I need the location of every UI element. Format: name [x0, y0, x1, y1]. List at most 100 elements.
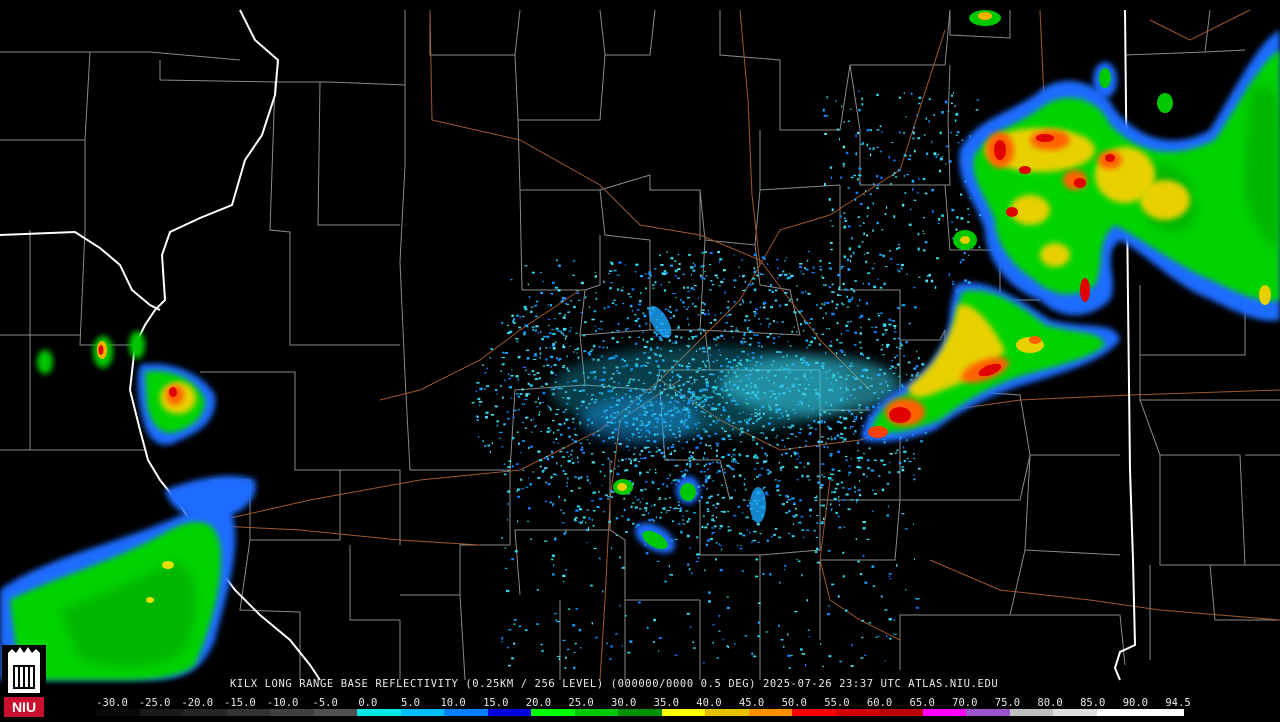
radar-return: [786, 437, 790, 440]
radar-return: [815, 536, 818, 538]
radar-return: [546, 430, 550, 433]
radar-return: [688, 337, 690, 341]
radar-return: [850, 255, 852, 258]
radar-return: [686, 521, 689, 523]
radar-return: [687, 563, 690, 566]
radar-return: [629, 296, 632, 298]
radar-return: [882, 254, 885, 258]
radar-return: [673, 507, 678, 509]
radar-return: [823, 476, 826, 478]
radar-return: [850, 425, 854, 428]
radar-return: [706, 457, 709, 460]
radar-return: [527, 382, 530, 385]
radar-return: [748, 343, 752, 346]
radar-return: [578, 508, 582, 511]
radar-return: [894, 452, 898, 454]
radar-return: [615, 633, 618, 635]
radar-return: [796, 298, 799, 301]
radar-return: [866, 357, 870, 360]
radar-return: [913, 367, 917, 370]
radar-return: [955, 112, 959, 116]
radar-return: [547, 405, 550, 407]
radar-return: [502, 351, 505, 354]
radar-return: [842, 551, 845, 554]
radar-return: [825, 507, 827, 510]
radar-return: [652, 482, 654, 484]
radar-return: [826, 328, 828, 330]
radar-return: [687, 306, 690, 308]
radar-return: [562, 574, 566, 577]
radar-return: [720, 465, 722, 468]
radar-return: [797, 310, 800, 312]
radar-return: [689, 459, 691, 462]
radar-return: [516, 314, 519, 317]
radar-return: [951, 102, 953, 104]
radar-return: [704, 480, 708, 483]
radar-return: [792, 497, 795, 500]
radar-return: [674, 340, 677, 342]
radar-return: [545, 358, 548, 361]
radar-return: [964, 279, 967, 282]
colorbar-segment: [96, 709, 140, 716]
radar-return: [851, 644, 853, 647]
radar-return: [551, 293, 553, 296]
radar-return: [862, 554, 865, 557]
radar-return: [955, 134, 958, 136]
radar-return: [607, 457, 610, 460]
radar-return: [560, 464, 562, 467]
radar-return: [527, 446, 530, 449]
radar-return: [591, 622, 593, 625]
radar-return: [839, 342, 843, 344]
radar-return: [733, 300, 736, 304]
radar-return: [695, 560, 699, 563]
radar-return: [507, 324, 509, 327]
radar-return: [847, 321, 850, 323]
radar-return: [511, 558, 515, 561]
radar-return: [490, 348, 493, 350]
radar-return: [485, 385, 490, 388]
radar-return: [556, 462, 558, 465]
radar-return: [787, 340, 789, 342]
radar-return: [712, 624, 715, 626]
radar-return: [692, 641, 694, 643]
radar-return: [793, 515, 796, 518]
radar-return: [846, 306, 850, 308]
radar-return: [669, 317, 672, 319]
radar-return: [536, 372, 540, 374]
radar-return: [744, 319, 747, 322]
radar-return: [823, 284, 825, 286]
radar-return: [561, 456, 566, 458]
radar-return: [850, 412, 854, 415]
radar-return: [773, 533, 776, 536]
radar-return: [896, 564, 898, 567]
radar-return: [535, 304, 538, 307]
radar-return: [599, 470, 602, 473]
radar-return: [776, 489, 780, 492]
radar-return: [716, 657, 719, 659]
radar-return: [879, 125, 882, 128]
radar-return: [658, 497, 661, 499]
radar-return: [731, 468, 735, 471]
radar-return: [675, 335, 678, 338]
radar-return: [725, 322, 729, 324]
radar-return: [726, 306, 730, 309]
radar-return: [809, 322, 811, 324]
radar-return: [736, 330, 740, 332]
radar-return: [551, 455, 554, 458]
radar-return: [928, 273, 931, 277]
radar-return: [730, 496, 733, 499]
radar-return: [799, 265, 802, 268]
radar-return: [855, 152, 857, 156]
radar-return: [816, 333, 818, 335]
radar-return: [835, 352, 838, 355]
radar-return: [690, 287, 694, 290]
radar-return: [592, 510, 596, 512]
radar-return: [572, 418, 575, 420]
radar-return: [847, 187, 850, 189]
radar-return: [839, 215, 842, 218]
radar-return: [913, 287, 916, 289]
radar-return: [847, 488, 852, 490]
radar-return: [825, 312, 827, 315]
radar-return: [811, 336, 814, 338]
radar-return: [876, 93, 879, 97]
